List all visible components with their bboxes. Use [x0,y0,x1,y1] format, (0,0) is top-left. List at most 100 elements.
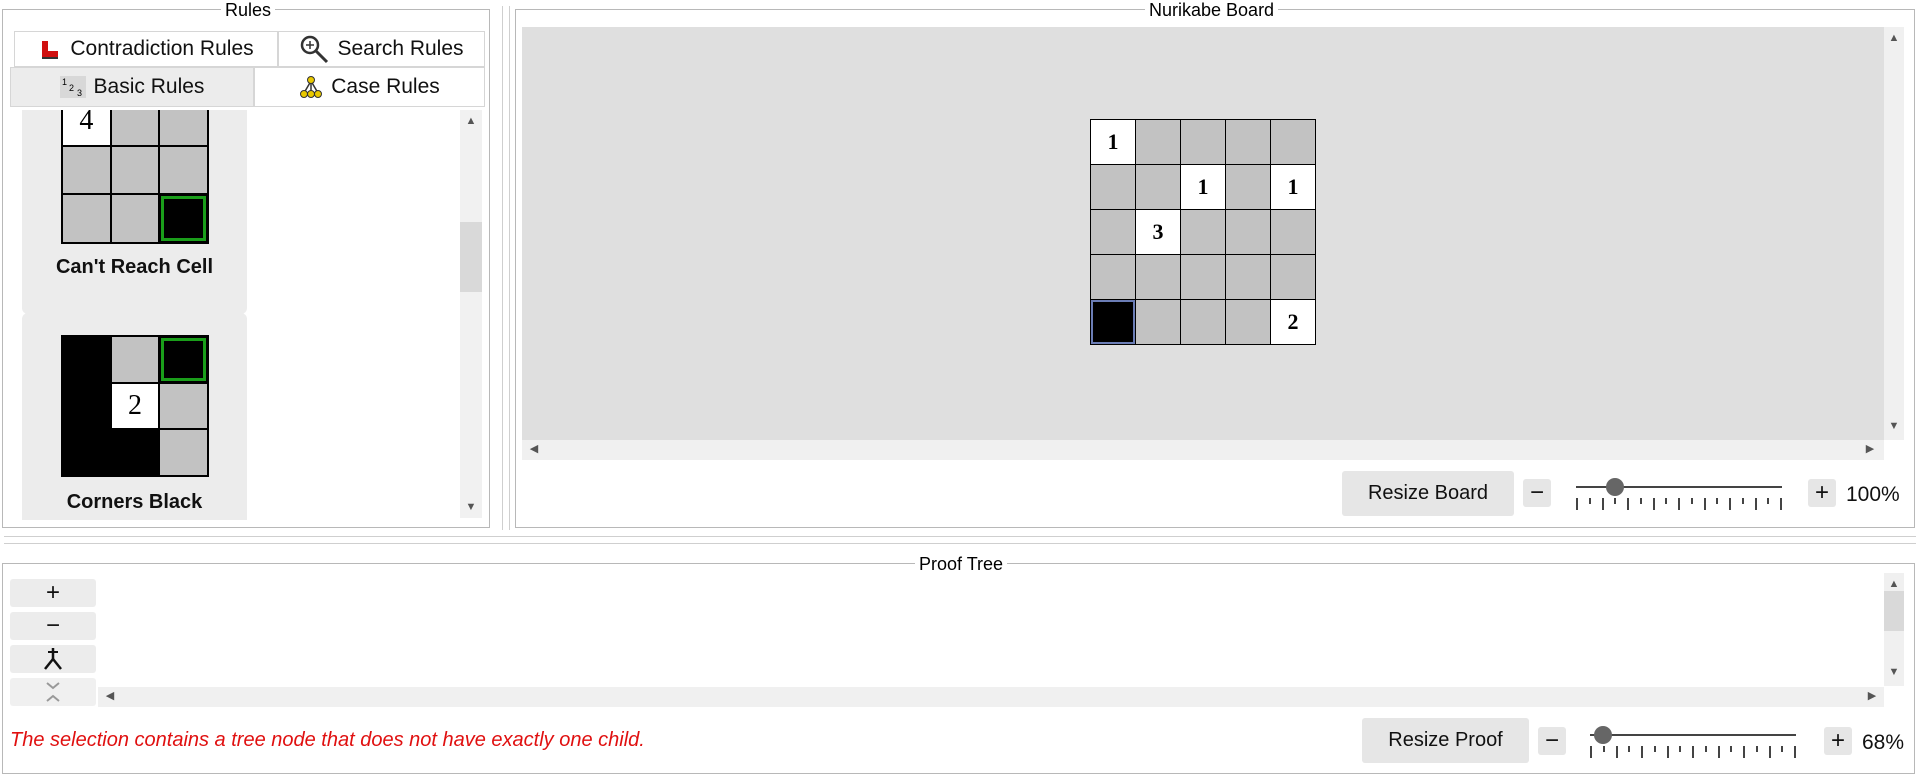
preview-cell [63,430,110,475]
rule-preview-grid: 4 [61,110,209,244]
proof-zoom-out-button[interactable]: − [1538,727,1566,755]
preview-cell-highlighted [160,195,207,242]
board-cell[interactable] [1181,210,1225,254]
board-cell[interactable] [1136,120,1180,164]
collapse-node-button[interactable] [10,678,96,706]
scroll-up-icon[interactable]: ▲ [1884,33,1904,44]
board-cell[interactable] [1181,255,1225,299]
scroll-down-icon[interactable]: ▼ [1884,421,1904,432]
basic-rules-icon: 12 3 [59,76,86,98]
board-cell-selected[interactable] [1091,300,1135,344]
board-cell[interactable]: 3 [1136,210,1180,254]
preview-cell [63,195,110,242]
slider-ticks [1590,746,1796,758]
delete-node-button[interactable]: − [10,612,96,640]
proof-tree-title: Proof Tree [915,555,1008,573]
preview-cell [160,110,207,145]
proof-horizontal-scrollbar[interactable]: ◀ ▶ [98,687,1884,707]
board-cell[interactable] [1271,255,1315,299]
board-cell[interactable]: 1 [1091,120,1135,164]
tab-contradiction-rules[interactable]: Contradiction Rules [14,31,278,67]
rule-card-title: Corners Black [66,491,203,513]
rule-card-title: Can't Reach Cell [55,256,214,278]
preview-cell [63,337,110,382]
rules-scrollbar[interactable]: ▲ ▼ [460,110,482,518]
board-cell[interactable] [1181,300,1225,344]
collapse-icon [46,682,60,702]
merge-nodes-button[interactable] [10,645,96,673]
preview-cell [111,337,159,382]
scroll-right-icon[interactable]: ▶ [1864,444,1876,455]
slider-knob[interactable] [1606,478,1624,496]
scroll-left-icon[interactable]: ◀ [104,691,116,702]
svg-text:1: 1 [62,77,67,87]
tab-basic-rules[interactable]: 123 Basic Rules [10,67,254,107]
search-icon [301,35,329,64]
preview-cell: 2 [111,383,159,429]
preview-cell [111,195,159,242]
board-panel-title: Nurikabe Board [1145,1,1279,19]
board-cell[interactable] [1181,120,1225,164]
board-cell[interactable] [1271,120,1315,164]
scroll-right-icon[interactable]: ▶ [1866,691,1878,702]
proof-zoom-percent: 68% [1862,731,1905,754]
board-vertical-scrollbar[interactable]: ▲ ▼ [1884,27,1904,440]
proof-zoom-slider[interactable] [1590,724,1798,764]
svg-text:3: 3 [77,88,82,98]
tab-search-rules[interactable]: Search Rules [278,31,485,67]
case-rules-icon [300,76,323,98]
tab-case-rules[interactable]: Case Rules [254,67,485,107]
board-cell[interactable] [1136,255,1180,299]
tab-search-label: Search Rules [337,37,464,60]
proof-vertical-scrollbar[interactable]: ▲ ▼ [1884,573,1904,686]
board-horizontal-scrollbar[interactable]: ◀ ▶ [522,440,1884,460]
board-cell[interactable] [1091,210,1135,254]
horizontal-splitter[interactable] [4,536,1916,544]
preview-cell-highlighted [160,337,207,382]
rule-card-corners-black[interactable]: 2 Corners Black [22,313,247,520]
board-cell[interactable]: 1 [1181,165,1225,209]
preview-cell: 4 [63,110,110,145]
preview-cell [63,383,110,429]
resize-proof-button[interactable]: Resize Proof [1362,718,1529,763]
tab-basic-label: Basic Rules [93,75,205,98]
preview-cell [160,383,207,429]
board-zoom-percent: 100% [1846,483,1900,506]
scroll-up-icon[interactable]: ▲ [460,116,482,127]
vertical-splitter[interactable] [502,6,510,530]
add-node-button[interactable]: + [10,579,96,607]
scroll-down-icon[interactable]: ▼ [1884,667,1904,678]
scroll-up-icon[interactable]: ▲ [1884,579,1904,590]
board-cell[interactable] [1136,300,1180,344]
board-cell[interactable] [1136,165,1180,209]
board-zoom-slider[interactable] [1576,476,1784,516]
board-cell[interactable] [1226,255,1270,299]
board-zoom-in-button[interactable]: + [1808,479,1836,507]
proof-scroll-thumb[interactable] [1884,591,1904,631]
slider-knob[interactable] [1594,726,1612,744]
scroll-left-icon[interactable]: ◀ [528,444,540,455]
nurikabe-board[interactable]: 1 1 1 3 2 [1090,119,1316,345]
preview-cell [160,430,207,475]
board-cell[interactable] [1226,210,1270,254]
merge-icon [44,648,62,670]
board-cell[interactable] [1226,120,1270,164]
board-cell[interactable] [1091,165,1135,209]
preview-cell [63,146,110,194]
board-cell[interactable] [1226,300,1270,344]
board-cell[interactable] [1091,255,1135,299]
board-cell[interactable] [1226,165,1270,209]
board-cell[interactable] [1271,210,1315,254]
scroll-down-icon[interactable]: ▼ [460,502,482,513]
board-zoom-out-button[interactable]: − [1523,479,1551,507]
rules-scroll-thumb[interactable] [460,222,482,292]
preview-cell [111,146,159,194]
resize-board-button[interactable]: Resize Board [1342,471,1514,516]
rule-card-cant-reach-cell[interactable]: 4 Can't Reach Cell [22,110,247,314]
board-cell[interactable]: 1 [1271,165,1315,209]
svg-text:2: 2 [69,83,74,93]
preview-cell [111,430,159,475]
preview-cell [111,110,159,145]
proof-zoom-in-button[interactable]: + [1824,727,1852,755]
board-cell[interactable]: 2 [1271,300,1315,344]
